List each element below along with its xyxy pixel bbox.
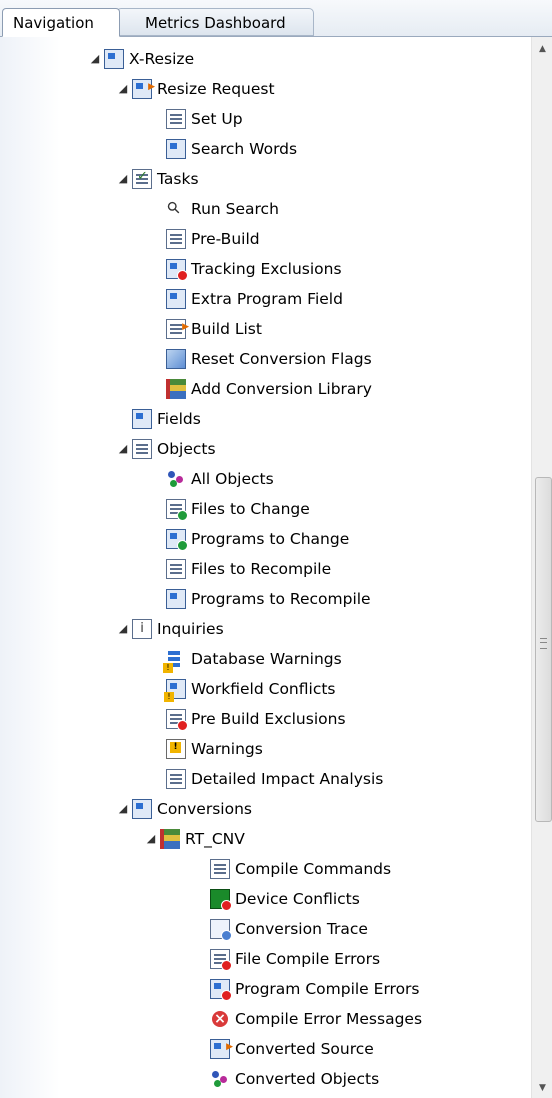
scrollbar-thumb[interactable]: [535, 477, 552, 822]
tree-item-run-search[interactable]: Run Search: [164, 194, 279, 224]
expand-toggle-icon[interactable]: ◢: [116, 614, 130, 644]
request-icon: [132, 72, 155, 102]
tasks-icon: [132, 162, 152, 192]
tree-item-programs-to-recompile[interactable]: Programs to Recompile: [164, 584, 371, 614]
tree-item-tracking-exclusions[interactable]: Tracking Exclusions: [164, 254, 342, 284]
tree-item-set-up[interactable]: Set Up: [164, 104, 243, 134]
tree-item-compile-commands[interactable]: Compile Commands: [208, 854, 391, 884]
tree-item-pre-build-exclusions[interactable]: Pre Build Exclusions: [164, 704, 346, 734]
vertical-scrollbar[interactable]: ▲ ▼: [531, 37, 552, 1098]
files-to-change-icon: [166, 499, 188, 521]
warning-icon: [166, 739, 186, 759]
extra-program-field-icon: [166, 289, 186, 309]
tracking-exclusions-icon: [166, 259, 188, 281]
navigation-tree: ◢X-Resize ◢Resize Request Set Up Search …: [0, 37, 530, 1098]
tree-item-pre-build[interactable]: Pre-Build: [164, 224, 260, 254]
expand-toggle-icon[interactable]: ◢: [88, 44, 102, 74]
tree-item-rt-cnv[interactable]: ◢ RT_CNV: [144, 824, 245, 854]
expand-toggle-icon[interactable]: ◢: [116, 794, 130, 824]
run-search-icon: [166, 199, 186, 219]
inquiries-icon: [132, 614, 152, 644]
search-words-icon: [166, 139, 186, 159]
expand-toggle-icon[interactable]: ◢: [144, 824, 158, 854]
pre-build-icon: [166, 229, 186, 249]
tree-item-inquiries[interactable]: ◢Inquiries: [116, 614, 224, 644]
tree-item-resize-request[interactable]: ◢Resize Request: [116, 72, 275, 104]
conversions-icon: [132, 799, 152, 819]
tree-item-converted-source[interactable]: Converted Source: [208, 1032, 374, 1064]
library-icon: [160, 829, 180, 849]
tree-item-converted-objects[interactable]: Converted Objects: [208, 1064, 379, 1094]
build-list-icon: [166, 312, 189, 342]
programs-to-recompile-icon: [166, 589, 186, 609]
expand-toggle-icon[interactable]: ◢: [116, 74, 130, 104]
device-conflicts-icon: [210, 889, 232, 911]
files-to-recompile-icon: [166, 559, 186, 579]
converted-objects-icon: [210, 1069, 230, 1089]
tree-item-add-conversion-library[interactable]: Add Conversion Library: [164, 374, 372, 404]
tree-item-programs-to-change[interactable]: Programs to Change: [164, 524, 349, 554]
tree-item-conversion-trace[interactable]: Conversion Trace: [208, 914, 368, 944]
tree-item-file-compile-errors[interactable]: File Compile Errors: [208, 944, 380, 974]
reset-flags-icon: [166, 349, 186, 369]
tree-item-database-warnings[interactable]: Database Warnings: [163, 644, 342, 674]
tree-item-device-conflicts[interactable]: Device Conflicts: [208, 884, 360, 914]
tree-item-files-to-change[interactable]: Files to Change: [164, 494, 310, 524]
tree-item-x-resize[interactable]: ◢ X-Resize: [88, 44, 194, 74]
all-objects-icon: [166, 469, 186, 489]
scroll-down-arrow-icon[interactable]: ▼: [532, 1078, 552, 1098]
fields-icon: [132, 409, 152, 429]
expand-toggle-icon[interactable]: ◢: [116, 434, 130, 464]
expand-toggle-icon[interactable]: ◢: [116, 164, 130, 194]
tree-item-reset-conversion-flags[interactable]: Reset Conversion Flags: [164, 344, 372, 374]
program-compile-errors-icon: [210, 979, 232, 1001]
tab-metrics-dashboard[interactable]: Metrics Dashboard: [116, 8, 314, 36]
programs-to-change-icon: [166, 529, 188, 551]
tree-item-fields[interactable]: Fields: [130, 404, 201, 434]
tree-item-tasks[interactable]: ◢Tasks: [116, 162, 199, 194]
add-library-icon: [166, 379, 186, 399]
tree-item-objects[interactable]: ◢ Objects: [116, 434, 216, 464]
objects-icon: [132, 439, 152, 459]
tree-item-build-list[interactable]: Build List: [164, 312, 262, 344]
setup-icon: [166, 109, 186, 129]
compile-commands-icon: [210, 859, 230, 879]
tree-item-workfield-conflicts[interactable]: Workfield Conflicts: [164, 674, 336, 704]
tree-item-conversions[interactable]: ◢ Conversions: [116, 794, 252, 824]
converted-source-icon: [210, 1032, 233, 1062]
tree-item-detailed-impact-analysis[interactable]: Detailed Impact Analysis: [164, 764, 383, 794]
workfield-conflict-icon: [164, 679, 186, 702]
database-warning-icon: [163, 649, 186, 673]
tree-item-all-objects[interactable]: All Objects: [164, 464, 274, 494]
file-compile-errors-icon: [210, 949, 232, 971]
resize-window-icon: [104, 49, 124, 69]
tree-item-extra-program-field[interactable]: Extra Program Field: [164, 284, 343, 314]
tree-item-compile-error-messages[interactable]: Compile Error Messages: [208, 1004, 422, 1034]
tree-item-search-words[interactable]: Search Words: [164, 134, 297, 164]
scroll-up-arrow-icon[interactable]: ▲: [532, 39, 552, 59]
tree-item-warnings[interactable]: Warnings: [164, 734, 263, 764]
grip-icon: [540, 638, 547, 649]
impact-analysis-icon: [166, 769, 186, 789]
tab-navigation[interactable]: Navigation: [2, 8, 120, 37]
pre-build-exclusions-icon: [166, 709, 188, 731]
tree-item-program-compile-errors[interactable]: Program Compile Errors: [208, 974, 420, 1004]
error-circle-icon: [212, 1004, 228, 1034]
tree-item-files-to-recompile[interactable]: Files to Recompile: [164, 554, 331, 584]
view-tab-bar: Metrics Dashboard Navigation: [0, 0, 552, 37]
conversion-trace-icon: [210, 919, 232, 941]
